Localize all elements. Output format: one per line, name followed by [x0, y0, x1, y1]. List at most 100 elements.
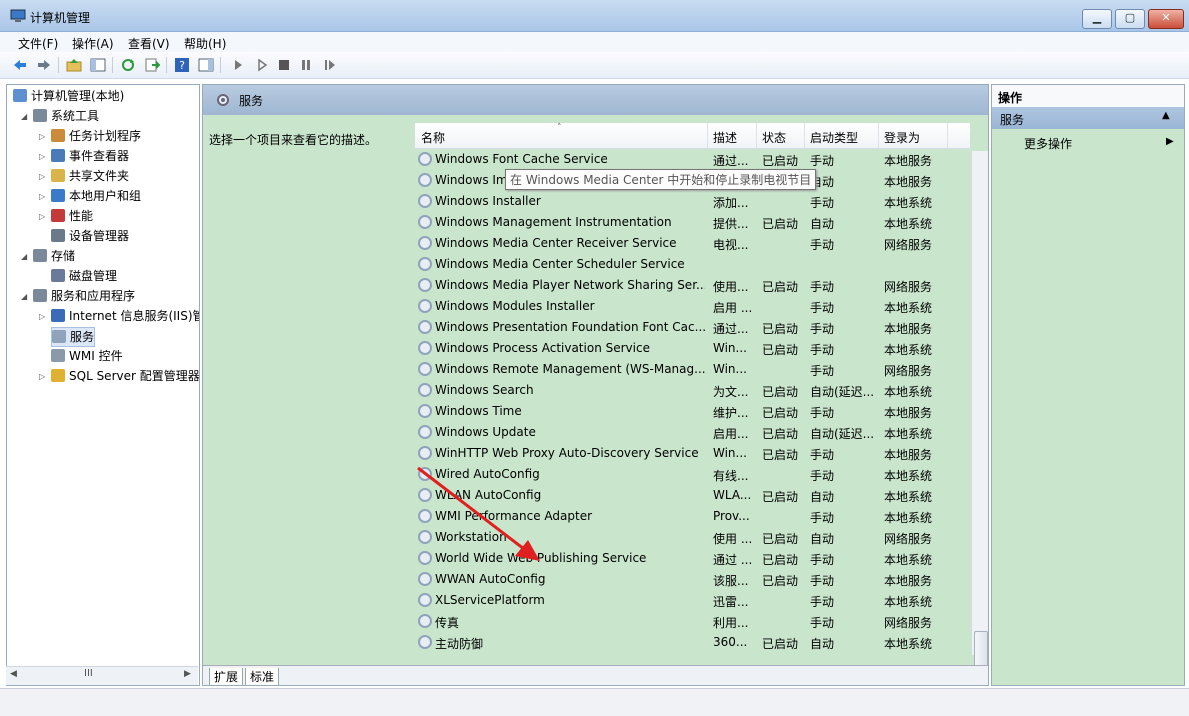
- tree-item[interactable]: 任务计划程序: [51, 127, 141, 145]
- help-icon[interactable]: ?: [174, 57, 190, 73]
- tree-item[interactable]: 磁盘管理: [51, 267, 117, 285]
- service-gear-icon: [418, 593, 432, 607]
- table-row[interactable]: Windows Font Cache Service 通过... 已启动 手动 本地服务: [415, 149, 970, 170]
- collapsed-arrow-icon[interactable]: ▷: [39, 132, 45, 141]
- tree-horizontal-scrollbar[interactable]: ◀ III ▶: [6, 666, 198, 685]
- maximize-button[interactable]: ▢: [1115, 9, 1145, 29]
- service-logon-as: 本地系统: [884, 511, 933, 525]
- menu-action[interactable]: 操作(A): [72, 35, 114, 52]
- expanded-arrow-icon[interactable]: ◢: [21, 252, 27, 261]
- export-icon[interactable]: [144, 57, 160, 73]
- show-hide-tree-icon[interactable]: [90, 57, 106, 73]
- tree-item[interactable]: 服务: [51, 327, 96, 347]
- tree-item[interactable]: 本地用户和组: [51, 187, 141, 205]
- service-name: Windows Installer: [435, 194, 541, 208]
- service-name: Windows Presentation Foundation Font Cac…: [435, 320, 705, 334]
- service-gear-icon: [418, 257, 432, 271]
- play-outline-icon[interactable]: [254, 57, 270, 73]
- actions-section-services[interactable]: 服务 ▲: [992, 107, 1184, 129]
- column-startup-type[interactable]: 启动类型: [810, 129, 858, 146]
- scroll-right-icon[interactable]: ▶: [184, 669, 191, 679]
- table-row[interactable]: Windows Management Instrumentation 提供... 已…: [415, 212, 970, 233]
- pause-icon[interactable]: [298, 57, 314, 73]
- service-startup-type: 自动: [810, 532, 835, 546]
- services-gear-icon: [217, 94, 229, 106]
- service-status: 已启动: [762, 427, 799, 441]
- up-folder-icon[interactable]: [66, 57, 82, 73]
- table-row[interactable]: Windows Time 维护... 已启动 手动 本地服务: [415, 401, 970, 422]
- service-description: 为文...: [713, 385, 749, 399]
- tree-node-icon: [51, 189, 65, 202]
- tree-item[interactable]: 性能: [51, 207, 93, 225]
- collapsed-arrow-icon[interactable]: ▷: [39, 372, 45, 381]
- table-row[interactable]: Windows Installer 添加... 手动 本地系统: [415, 191, 970, 212]
- service-description: 提供...: [713, 217, 749, 231]
- table-row[interactable]: WWAN AutoConfig 该服... 已启动 手动 本地服务: [415, 569, 970, 590]
- table-row[interactable]: 主动防御 360... 已启动 自动 本地系统: [415, 632, 970, 653]
- stop-icon[interactable]: [276, 57, 292, 73]
- restart-icon[interactable]: [322, 57, 338, 73]
- column-description[interactable]: 描述: [713, 129, 737, 146]
- table-row[interactable]: Windows Presentation Foundation Font Cac…: [415, 317, 970, 338]
- table-row[interactable]: Windows Search 为文... 已启动 自动(延迟... 本地系统: [415, 380, 970, 401]
- service-name: Windows Media Center Receiver Service: [435, 236, 677, 250]
- back-arrow-icon[interactable]: [12, 57, 28, 73]
- collapsed-arrow-icon[interactable]: ▷: [39, 192, 45, 201]
- tree-item-label: 共享文件夹: [69, 169, 130, 183]
- tree-item[interactable]: SQL Server 配置管理器: [51, 367, 199, 385]
- menu-view[interactable]: 查看(V): [128, 35, 170, 52]
- collapsed-arrow-icon[interactable]: ▷: [39, 152, 45, 161]
- tree-item[interactable]: 存储: [33, 247, 75, 265]
- service-startup-type: 手动: [810, 511, 835, 525]
- tree-item[interactable]: 服务和应用程序: [33, 287, 135, 305]
- column-status[interactable]: 状态: [762, 129, 786, 146]
- service-description: Win...: [713, 362, 747, 376]
- table-row[interactable]: 传真 利用... 手动 网络服务: [415, 611, 970, 632]
- service-logon-as: 网络服务: [884, 364, 933, 378]
- sort-ascending-icon: ˄: [557, 123, 562, 133]
- table-row[interactable]: XLServicePlatform 迅雷... 手动 本地系统: [415, 590, 970, 611]
- collapsed-arrow-icon[interactable]: ▷: [39, 172, 45, 181]
- scroll-thumb-grip[interactable]: III: [84, 668, 93, 679]
- tab-standard[interactable]: 标准: [245, 668, 280, 685]
- collapsed-arrow-icon[interactable]: ▷: [39, 212, 45, 221]
- collapse-up-icon[interactable]: ▲: [1162, 110, 1170, 121]
- more-actions-link[interactable]: 更多操作: [1024, 135, 1072, 152]
- tree-node-icon: [51, 229, 65, 242]
- tab-extended[interactable]: 扩展: [209, 668, 244, 685]
- tree-node-icon: [33, 249, 47, 262]
- table-row[interactable]: Windows Media Player Network Sharing Ser…: [415, 275, 970, 296]
- table-row[interactable]: Windows Update 启用... 已启动 自动(延迟... 本地系统: [415, 422, 970, 443]
- collapsed-arrow-icon[interactable]: ▷: [39, 312, 45, 321]
- show-hide-action-icon[interactable]: [198, 57, 214, 73]
- expanded-arrow-icon[interactable]: ◢: [21, 112, 27, 121]
- minimize-button[interactable]: ▁: [1082, 9, 1112, 29]
- expanded-arrow-icon[interactable]: ◢: [21, 292, 27, 301]
- service-name: 传真: [435, 616, 460, 630]
- tree-root[interactable]: 计算机管理(本地): [13, 87, 124, 105]
- service-startup-type: 手动: [810, 196, 835, 210]
- red-annotation-arrow: [417, 466, 540, 561]
- menu-help[interactable]: 帮助(H): [184, 35, 226, 52]
- menu-file[interactable]: 文件(F): [18, 35, 58, 52]
- tree-item[interactable]: 设备管理器: [51, 227, 129, 245]
- tree-item[interactable]: Internet 信息服务(IIS)管: [51, 307, 199, 325]
- forward-arrow-icon[interactable]: [36, 57, 52, 73]
- play-icon[interactable]: [230, 57, 246, 73]
- column-logon-as[interactable]: 登录为: [884, 129, 920, 146]
- table-row[interactable]: Windows Remote Management (WS-Manag... Wi…: [415, 359, 970, 380]
- tree-item[interactable]: 事件查看器: [51, 147, 129, 165]
- tree-item[interactable]: WMI 控件: [51, 347, 123, 365]
- column-name[interactable]: 名称: [421, 129, 445, 146]
- table-row[interactable]: Windows Process Activation Service Win...…: [415, 338, 970, 359]
- table-row[interactable]: Windows Media Center Scheduler Service: [415, 254, 970, 275]
- submenu-arrow-icon[interactable]: ▶: [1166, 136, 1174, 147]
- close-button[interactable]: ✕: [1148, 9, 1184, 29]
- table-row[interactable]: Windows Media Center Receiver Service 电视.…: [415, 233, 970, 254]
- scroll-left-icon[interactable]: ◀: [10, 669, 17, 679]
- services-vertical-scrollbar[interactable]: [971, 151, 988, 685]
- tree-item[interactable]: 系统工具: [33, 107, 99, 125]
- table-row[interactable]: Windows Modules Installer 启用 ... 手动 本地系统: [415, 296, 970, 317]
- tree-item[interactable]: 共享文件夹: [51, 167, 129, 185]
- refresh-icon[interactable]: [120, 57, 136, 73]
